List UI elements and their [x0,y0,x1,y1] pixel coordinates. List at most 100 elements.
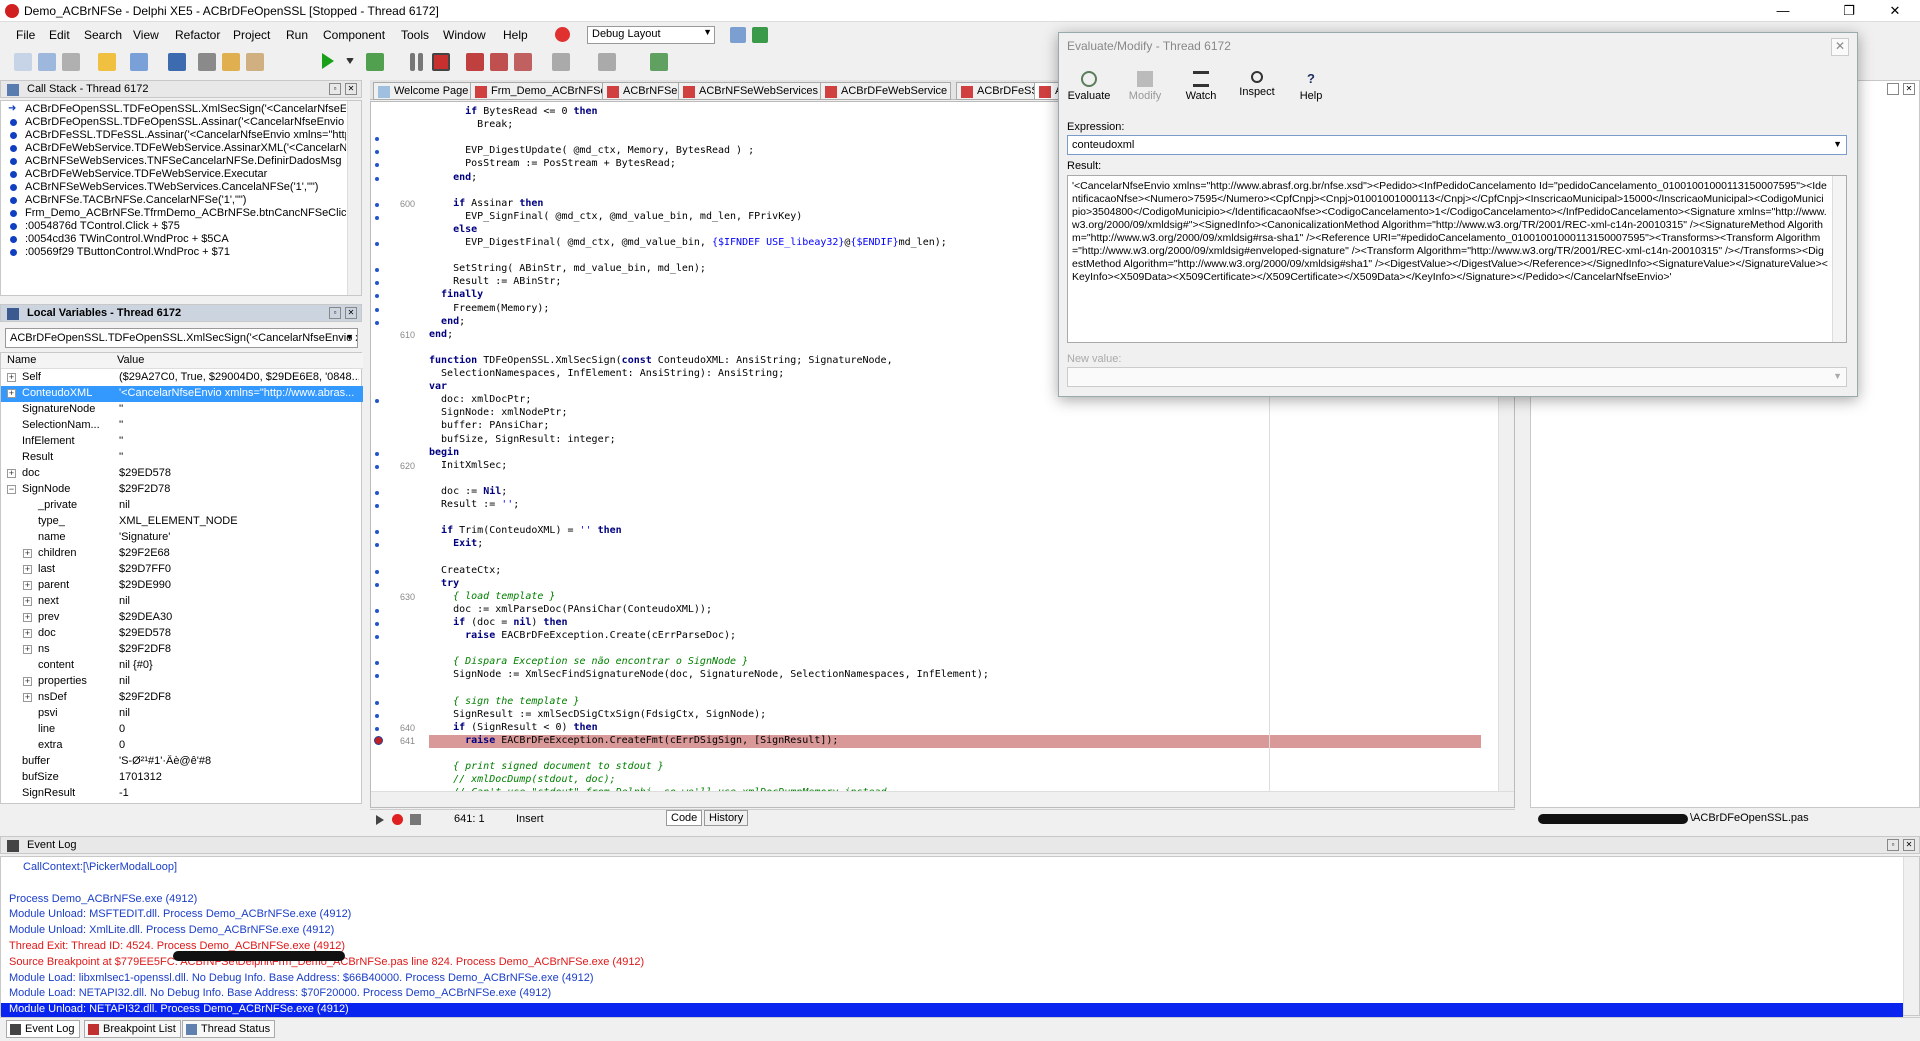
step-over-icon[interactable] [490,53,508,71]
event-log-line[interactable]: Module Unload: MSFTEDIT.dll. Process Dem… [9,908,351,923]
tab-acbrnfse[interactable]: ACBrNFSe [602,82,682,100]
expand-icon[interactable]: + [23,677,32,686]
desktop-layout-select[interactable]: Debug Layout ▼ [587,26,715,44]
code-line[interactable]: doc := xmlParseDoc(PAnsiChar(ConteudoXML… [429,604,712,617]
local-variable-row[interactable]: Result '' [1,450,363,466]
executable-line-dot-icon[interactable] [375,242,379,246]
local-variable-row[interactable]: + doc $29ED578 [1,466,363,482]
event-log-line[interactable]: Module Load: libxmlsec1-openssl.dll. No … [9,972,594,987]
run-without-debug-icon[interactable] [366,53,384,71]
open-project-icon[interactable] [130,53,148,71]
close-icon[interactable]: ✕ [345,307,357,319]
local-variable-row[interactable]: psvi nil [1,706,363,722]
menu-view[interactable]: View [133,28,159,42]
code-line[interactable]: Result := ''; [429,499,519,512]
col-value-header[interactable]: Value [117,354,144,366]
executable-line-dot-icon[interactable] [375,176,379,181]
code-line[interactable]: if (doc = nil) then [429,617,567,630]
expand-icon[interactable]: + [23,629,32,638]
local-variable-row[interactable]: SelectionNam... '' [1,418,363,434]
pin-icon[interactable]: ▫ [1887,839,1899,851]
local-variable-row[interactable]: + children $29F2E68 [1,546,363,562]
help-button[interactable]: ? Help [1287,69,1335,109]
local-variable-row[interactable]: SignResult -1 [1,786,363,802]
callstack-row[interactable]: :0054cd36 TWinControl.WndProc + $5CA [1,233,346,246]
watch-button[interactable]: Watch [1177,69,1225,109]
event-log-line[interactable]: Module Load: NETAPI32.dll. No Debug Info… [9,987,551,1002]
local-variable-row[interactable]: line 0 [1,722,363,738]
code-line[interactable]: Exit; [429,538,483,551]
event-log-line[interactable]: Process Demo_ACBrNFSe.exe (4912) [9,893,197,908]
tab-thread-status[interactable]: Thread Status [182,1020,276,1038]
executable-line-dot-icon[interactable] [375,464,379,469]
code-line[interactable]: if (SignResult < 0) then [429,722,598,735]
code-line[interactable]: { load template } [429,591,555,604]
save-layout-icon[interactable] [730,27,746,43]
expand-icon[interactable]: + [23,613,32,622]
code-line[interactable]: doc: xmlDocPtr; [429,394,531,407]
new-items-icon[interactable] [38,53,56,71]
code-line[interactable]: finally [429,289,483,302]
local-variable-row[interactable]: + next nil [1,594,363,610]
tab-acbrdfewebservice[interactable]: ACBrDFeWebService [820,82,952,100]
executable-line-dot-icon[interactable] [375,451,379,456]
project-options-icon[interactable] [246,53,264,71]
executable-line-dot-icon[interactable] [375,674,379,679]
callstack-row[interactable]: ➜ ACBrDFeOpenSSL.TDFeOpenSSL.XmlSecSign('… [1,103,346,116]
menu-component[interactable]: Component [323,28,385,42]
close-icon[interactable]: ✕ [1903,839,1915,851]
code-line[interactable]: raise EACBrDFeException.Create(cErrParse… [429,630,736,643]
local-variable-row[interactable]: bufSize 1701312 [1,770,363,786]
tab-frm-demo[interactable]: Frm_Demo_ACBrNFSe [470,82,611,100]
tab-code[interactable]: Code [666,810,703,826]
executable-line-dot-icon[interactable] [375,543,379,548]
dialog-close-button[interactable]: ✕ [1831,38,1849,56]
close-icon[interactable]: ✕ [1903,83,1915,95]
callstack-row[interactable]: ACBrDFeSSL.TDFeSSL.Assinar('<CancelarNfs… [1,129,346,142]
local-variable-row[interactable]: + properties nil [1,674,363,690]
code-line[interactable]: end; [429,329,453,342]
expand-icon[interactable]: + [23,693,32,702]
expand-icon[interactable]: + [23,581,32,590]
callstack-row[interactable]: :00569f29 TButtonControl.WndProc + $71 [1,246,346,259]
executable-line-dot-icon[interactable] [375,582,379,587]
pin-icon[interactable]: ▫ [329,307,341,319]
local-variable-row[interactable]: + nsDef $29F2DF8 [1,690,363,706]
code-line[interactable]: buffer: PAnsiChar; [429,420,549,433]
executable-line-dot-icon[interactable] [375,726,379,731]
executable-line-dot-icon[interactable] [375,137,379,142]
executable-line-dot-icon[interactable] [375,530,379,535]
component-icon[interactable] [650,53,668,71]
callstack-row[interactable]: ACBrNFSeWebServices.TWebServices.Cancela… [1,181,346,194]
save-all-icon[interactable] [198,53,216,71]
code-line[interactable]: { Dispara Exception se não encontrar o S… [429,656,748,669]
local-variable-row[interactable]: type_ XML_ELEMENT_NODE [1,514,363,530]
local-variable-row[interactable]: name 'Signature' [1,530,363,546]
tab-welcome-page[interactable]: Welcome Page [373,82,473,100]
modify-button[interactable]: Modify [1121,69,1169,109]
code-line[interactable]: function TDFeOpenSSL.XmlSecSign(const Co… [429,355,893,368]
play-macro-icon[interactable] [376,815,384,825]
code-line[interactable]: if BytesRead <= 0 then [429,106,597,119]
code-line[interactable]: Result := ABinStr; [429,276,561,289]
executable-line-dot-icon[interactable] [375,268,379,273]
executable-line-dot-icon[interactable] [375,504,379,508]
code-line[interactable]: raise EACBrDFeException.CreateFmt(cErrDS… [429,735,838,748]
forward-icon[interactable] [598,53,616,71]
local-variable-row[interactable]: + ConteudoXML '<CancelarNfseEnvio xmlns="h… [1,386,363,402]
new-icon[interactable] [14,53,32,71]
code-line[interactable]: if Trim(ConteudoXML) = '' then [429,525,622,538]
collapse-icon[interactable]: − [7,485,16,494]
editor-gutter[interactable]: 600 610 620 630 640 641 [371,102,419,807]
menu-help[interactable]: Help [503,28,528,42]
eventlog-scrollbar[interactable] [1903,857,1919,1015]
executable-line-dot-icon[interactable] [375,713,379,718]
executable-line-dot-icon[interactable] [375,661,379,666]
back-icon[interactable] [552,53,570,71]
code-line[interactable]: bufSize, SignResult: integer; [429,434,616,447]
save-icon[interactable] [168,53,186,71]
close-button[interactable]: ✕ [1872,0,1918,22]
breakpoint-icon[interactable] [374,735,383,745]
menu-edit[interactable]: Edit [49,28,70,42]
code-line[interactable]: EVP_SignFinal( @md_ctx, @md_value_bin, m… [429,211,802,224]
